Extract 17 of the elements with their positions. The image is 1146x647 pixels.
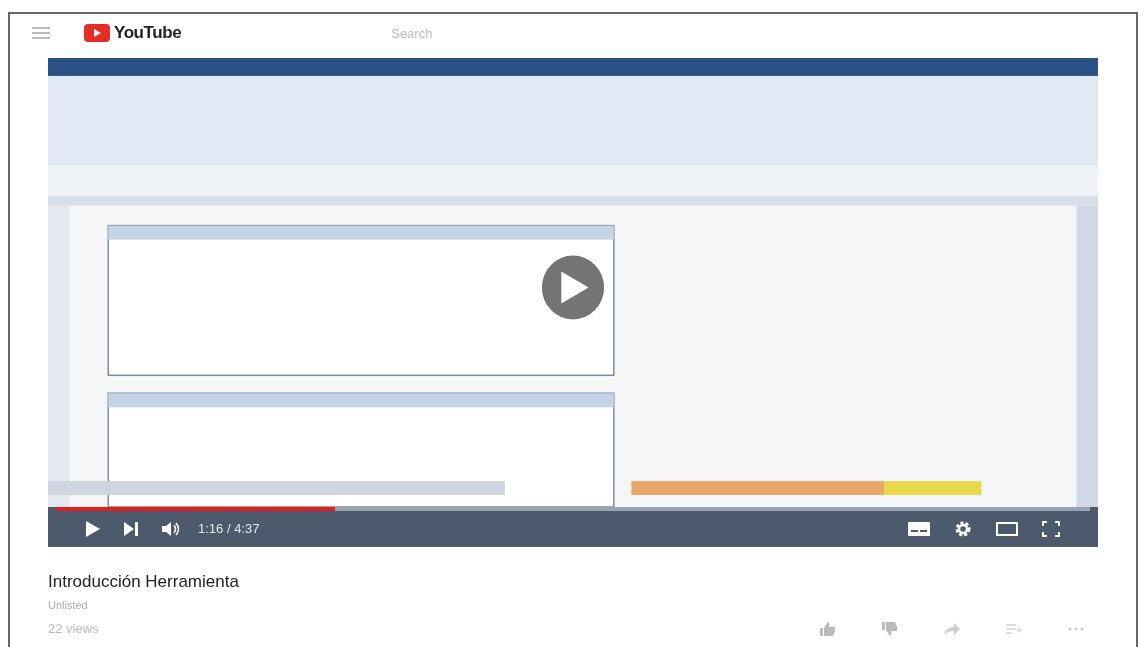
thumbs-up-icon[interactable] xyxy=(820,621,836,636)
video-title: Introducción Herramienta xyxy=(48,571,240,593)
settings-icon[interactable] xyxy=(954,520,972,538)
subtitles-icon[interactable] xyxy=(908,522,930,536)
fullscreen-icon[interactable] xyxy=(1042,521,1060,537)
thumbs-down-icon[interactable] xyxy=(882,621,898,636)
theater-mode-icon[interactable] xyxy=(996,522,1018,536)
time-display: 1:16 / 4:37 xyxy=(198,520,260,539)
search-field[interactable]: Search xyxy=(391,20,812,46)
progress-track[interactable] xyxy=(56,507,1090,511)
next-icon[interactable] xyxy=(124,522,138,536)
logo-icon xyxy=(84,24,110,42)
privacy-label: Unlisted xyxy=(48,597,89,613)
logo-text[interactable]: YouTube xyxy=(114,20,182,46)
play-icon[interactable] xyxy=(86,521,100,537)
view-count: 22 views xyxy=(48,620,99,638)
volume-icon[interactable] xyxy=(162,521,182,537)
